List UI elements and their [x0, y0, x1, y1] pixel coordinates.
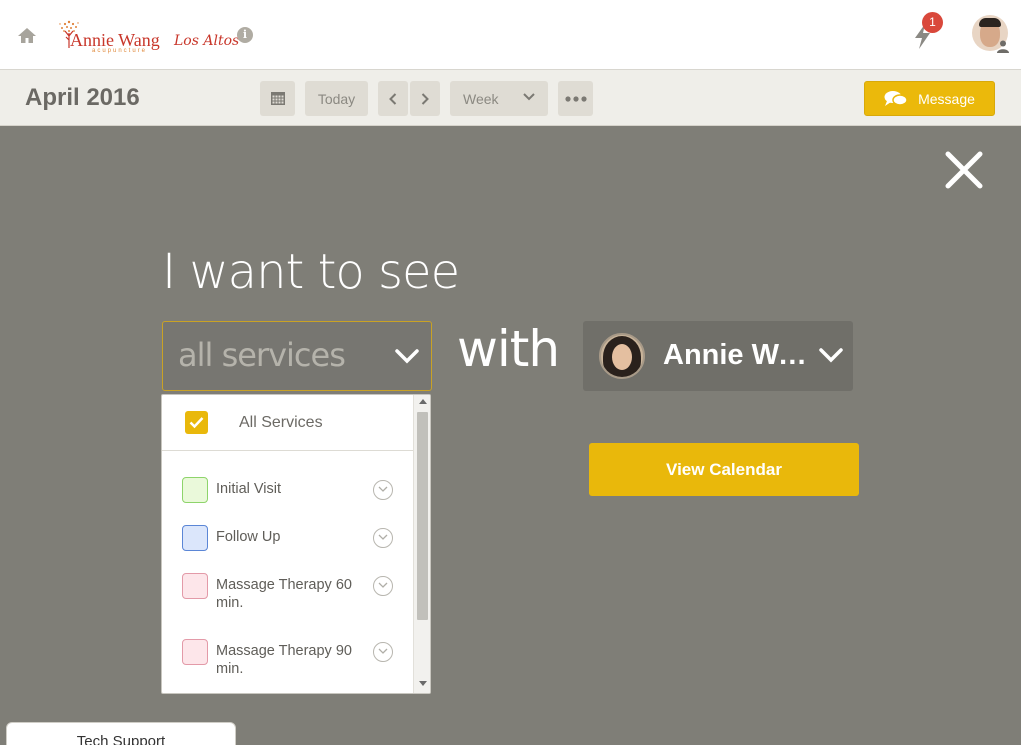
provider-avatar-face [612, 344, 632, 370]
service-label: Massage Therapy 60 min. [216, 577, 352, 611]
expand-details-button[interactable] [373, 480, 393, 500]
service-color-swatch [182, 477, 208, 503]
service-color-swatch [182, 525, 208, 551]
dropdown-scrollbar[interactable] [413, 395, 430, 693]
chevron-down-icon [378, 534, 388, 540]
scroll-up-arrow-icon[interactable] [419, 399, 427, 404]
expand-details-button[interactable] [373, 642, 393, 662]
month-title: April 2016 [25, 84, 140, 111]
provider-avatar [599, 333, 645, 379]
service-label: Follow Up [216, 529, 281, 545]
chat-bubbles-icon [884, 90, 908, 106]
previous-button[interactable] [378, 81, 408, 116]
message-button[interactable]: Message [864, 81, 995, 116]
overlay-headline: I want to see [162, 244, 460, 300]
expand-details-button[interactable] [373, 528, 393, 548]
chevron-down-icon [378, 648, 388, 654]
scrollbar-thumb[interactable] [417, 412, 428, 620]
chevron-down-icon [523, 93, 535, 101]
service-label: Initial Visit [216, 481, 282, 497]
message-button-label: Message [918, 90, 975, 107]
view-select-label: Week [463, 90, 499, 107]
tech-support-tab[interactable]: Tech Support [6, 722, 236, 745]
user-account-icon[interactable] [996, 39, 1010, 53]
close-icon[interactable] [944, 150, 984, 190]
calendar-picker-button[interactable] [260, 81, 295, 116]
chevron-down-icon [819, 348, 843, 363]
logo-subtitle: acupuncture [92, 48, 148, 54]
more-options-button[interactable] [558, 81, 593, 116]
chevron-down-icon [395, 349, 419, 364]
calendar-toolbar: April 2016 Today Week Message [0, 70, 1021, 126]
service-color-swatch [182, 639, 208, 665]
home-icon[interactable] [17, 26, 37, 46]
logo-location: Los Altos [174, 33, 240, 49]
chevron-left-icon [389, 92, 397, 105]
chevron-down-icon [378, 486, 388, 492]
filter-overlay [0, 126, 1021, 745]
calendar-icon [270, 92, 285, 105]
provider-name: Annie Wang [663, 339, 813, 371]
scroll-down-arrow-icon[interactable] [419, 681, 427, 686]
today-button[interactable]: Today [305, 81, 368, 116]
info-icon[interactable]: i [237, 27, 253, 43]
checkmark-icon [189, 417, 204, 429]
next-button[interactable] [410, 81, 440, 116]
all-services-checkbox[interactable] [185, 411, 208, 434]
services-select-value: all services [178, 336, 346, 374]
ellipsis-icon [564, 95, 587, 102]
service-label: Massage Therapy 90 min. [216, 643, 352, 677]
notification-badge[interactable]: 1 [922, 12, 943, 33]
all-services-label: All Services [239, 414, 323, 431]
expand-details-button[interactable] [373, 576, 393, 596]
services-select[interactable]: all services [162, 321, 432, 391]
view-select[interactable]: Week [450, 81, 548, 116]
top-header: Annie Wang Los Altos acupuncture i 1 [0, 0, 1021, 70]
all-services-option[interactable]: All Services [162, 395, 413, 451]
chevron-down-icon [378, 582, 388, 588]
service-option-massage-60[interactable]: Massage Therapy 60 min. [162, 573, 413, 615]
service-option-massage-90[interactable]: Massage Therapy 90 min. [162, 639, 413, 681]
service-color-swatch [182, 573, 208, 599]
view-calendar-button[interactable]: View Calendar [589, 443, 859, 496]
services-dropdown: All Services Initial Visit Follow Up Mas… [161, 394, 431, 694]
service-option-follow-up[interactable]: Follow Up [162, 525, 413, 555]
service-option-initial-visit[interactable]: Initial Visit [162, 477, 413, 507]
with-label: with [457, 320, 560, 378]
practice-logo[interactable]: Annie Wang Los Altos acupuncture [58, 18, 239, 58]
avatar-hair [979, 18, 1001, 27]
chevron-right-icon [421, 92, 429, 105]
provider-select[interactable]: Annie Wang [583, 321, 853, 391]
